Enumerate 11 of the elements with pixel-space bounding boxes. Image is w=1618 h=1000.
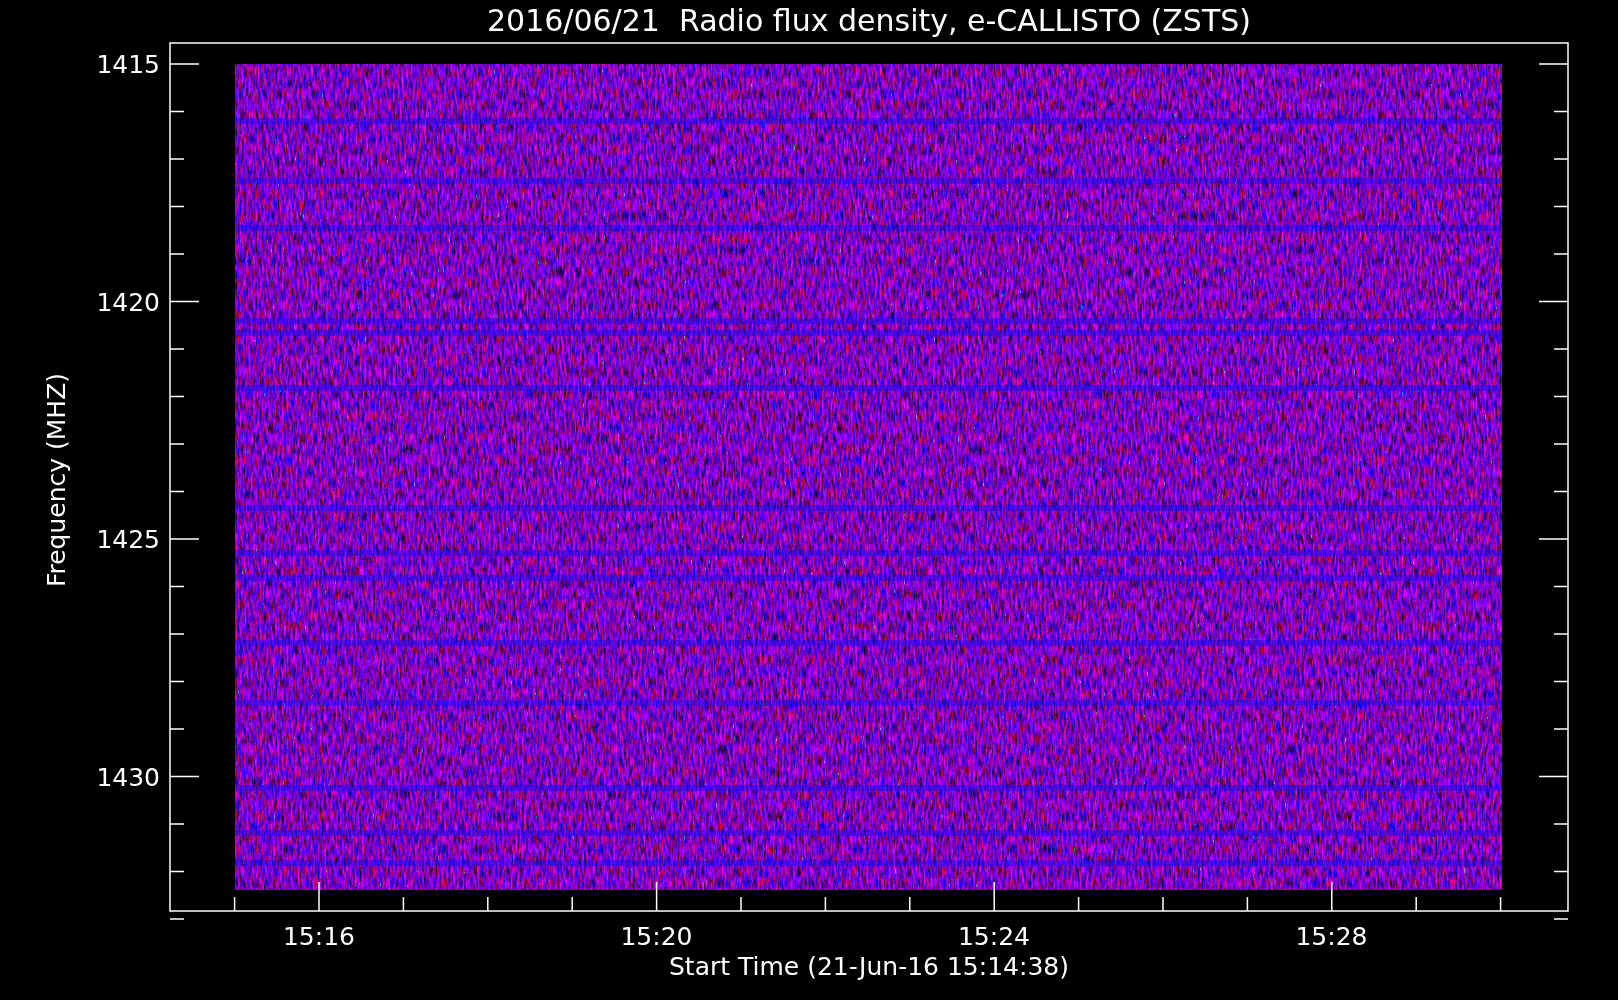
y-tick-label: 1430	[96, 762, 160, 792]
x-tick-label: 15:16	[283, 922, 355, 951]
y-tick-label: 1415	[96, 50, 160, 79]
y-tick-label: 1425	[96, 525, 160, 554]
x-tick-label: 15:24	[958, 922, 1030, 951]
chart-title: 2016/06/21 Radio flux density, e-CALLISTO (ZSTS)	[487, 3, 1251, 38]
y-axis-label: Frequency (MHZ)	[42, 372, 71, 588]
y-tick-label: 1420	[96, 287, 160, 317]
x-axis-label: Start Time (21-Jun-16 15:14:38)	[669, 952, 1069, 981]
x-tick-label: 15:20	[620, 922, 693, 951]
x-tick-label: 15:28	[1295, 922, 1368, 951]
